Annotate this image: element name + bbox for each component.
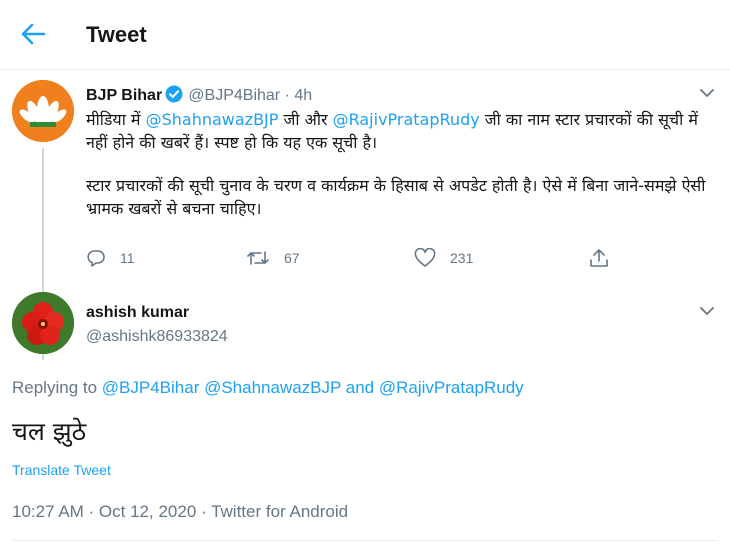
author-handle[interactable]: @BJP4Bihar (188, 87, 280, 104)
reply-icon (87, 250, 105, 267)
like-button[interactable]: 231 (414, 246, 473, 270)
author-row: BJP Bihar @BJP4Bihar · 4h (86, 85, 312, 105)
reply-text: चल झुठे (12, 417, 87, 446)
parent-tweet[interactable]: BJP Bihar @BJP4Bihar · 4h मीडिया में @Sh… (0, 72, 730, 360)
back-arrow-icon[interactable] (18, 20, 48, 48)
reply-count: 11 (120, 250, 135, 266)
reply-author-name[interactable]: ashish kumar (86, 304, 189, 322)
verified-badge-icon (165, 85, 183, 103)
heart-icon (414, 248, 436, 267)
replying-prefix: Replying to (12, 378, 102, 397)
like-count: 231 (450, 250, 474, 266)
retweet-count: 67 (284, 250, 300, 266)
tweet-meta: 10:27 AM · Oct 12, 2020 · Twitter for An… (12, 502, 349, 521)
author-name[interactable]: BJP Bihar (86, 87, 162, 104)
mention-link[interactable]: @RajivPratapRudy (333, 110, 480, 129)
tweet-time[interactable]: 4h (294, 87, 312, 104)
chevron-down-icon[interactable] (700, 88, 714, 98)
retweet-button[interactable]: 67 (246, 246, 300, 270)
red-flower-avatar-icon (12, 292, 74, 354)
divider (12, 540, 718, 541)
share-icon (590, 249, 608, 267)
lotus-logo-icon (12, 80, 74, 142)
page-title: Tweet (86, 22, 147, 47)
separator-dot: · (280, 87, 295, 104)
text-paragraph: स्टार प्रचारकों की सूची चुनाव के चरण व क… (86, 176, 706, 218)
reply-author-handle[interactable]: @ashishk86933824 (86, 328, 228, 346)
bjp-avatar[interactable] (12, 80, 74, 142)
mention-link[interactable]: @ShahnawazBJP (146, 110, 279, 129)
text-part: मीडिया में (86, 110, 146, 129)
tweet-text: मीडिया में @ShahnawazBJP जी और @RajivPra… (86, 108, 716, 220)
retweet-icon (247, 251, 269, 265)
top-bar: Tweet (0, 0, 730, 70)
replying-to-line: Replying to @BJP4Bihar @ShahnawazBJP and… (12, 378, 524, 398)
reply-button[interactable]: 11 (86, 246, 135, 270)
share-button[interactable] (588, 246, 624, 270)
chevron-down-icon[interactable] (700, 306, 714, 316)
translate-tweet-link[interactable]: Translate Tweet (12, 462, 111, 478)
replying-to-mentions[interactable]: @BJP4Bihar @ShahnawazBJP and @RajivPrata… (102, 378, 524, 397)
text-part: जी और (278, 110, 333, 129)
tweet-actions: 11 67 231 (86, 246, 626, 270)
user-avatar[interactable] (12, 292, 74, 354)
